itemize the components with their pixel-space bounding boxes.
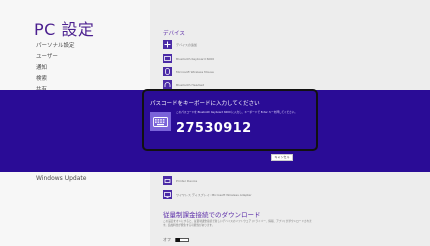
printer-icon	[163, 176, 172, 185]
sidebar-item-users[interactable]: ユーザー	[36, 52, 75, 63]
keyboard-icon	[150, 112, 171, 131]
display-icon	[163, 190, 172, 199]
device-label: ワイヤレス ディスプレイ: Microsoft Wireless Adapter	[176, 192, 252, 197]
sidebar-item-notifications[interactable]: 通知	[36, 63, 75, 74]
device-label: Bluetooth Keyboard 6000	[176, 56, 215, 61]
device-label: Printer Device	[176, 178, 198, 183]
page-title: PC 設定	[34, 20, 95, 39]
device-row[interactable]: ワイヤレス ディスプレイ: Microsoft Wireless Adapter	[163, 190, 252, 199]
metered-toggle[interactable]	[175, 238, 189, 242]
device-label: Microsoft Wireless Mouse	[176, 69, 214, 74]
add-device-row[interactable]: デバイスの追加	[163, 40, 197, 49]
toggle-state-label: オフ	[163, 237, 171, 242]
sidebar-item-windows-update[interactable]: Windows Update	[36, 175, 86, 182]
keyboard-icon	[163, 54, 172, 63]
toggle-knob	[176, 238, 180, 242]
mouse-icon	[163, 67, 172, 76]
headset-icon	[163, 80, 172, 89]
cancel-button[interactable]: キャンセル	[271, 154, 293, 161]
add-device-label: デバイスの追加	[176, 42, 197, 47]
passcode: 27530912	[176, 121, 252, 136]
device-row[interactable]: Printer Device	[163, 176, 197, 185]
sidebar-item-personalize[interactable]: パーソナル設定	[36, 41, 75, 52]
dialog-title: パスコードをキーボードに入力してください	[150, 101, 260, 107]
device-row[interactable]: Bluetooth Headset	[163, 80, 204, 89]
metered-heading: 従量制課金接続でのダウンロード	[163, 211, 261, 219]
sidebar-nav: パーソナル設定 ユーザー 通知 検索 共有	[36, 41, 75, 96]
pairing-dialog: パスコードをキーボードに入力してください このパスコードを Bluetooth …	[142, 89, 318, 151]
device-label: Bluetooth Headset	[176, 82, 204, 87]
sidebar-item-search[interactable]: 検索	[36, 74, 75, 85]
device-row[interactable]: Microsoft Wireless Mouse	[163, 67, 214, 76]
dialog-message: このパスコードを Bluetooth Keyboard 6000 に入力し、キー…	[176, 111, 297, 114]
devices-heading: デバイス	[163, 31, 185, 37]
add-icon	[163, 40, 172, 49]
metered-description: この設定をオンにすると、従量制課金接続で新しいデバイスのソフトウェア (ドライバ…	[163, 220, 312, 227]
metered-toggle-row: オフ	[163, 237, 189, 243]
device-row[interactable]: Bluetooth Keyboard 6000	[163, 54, 214, 63]
